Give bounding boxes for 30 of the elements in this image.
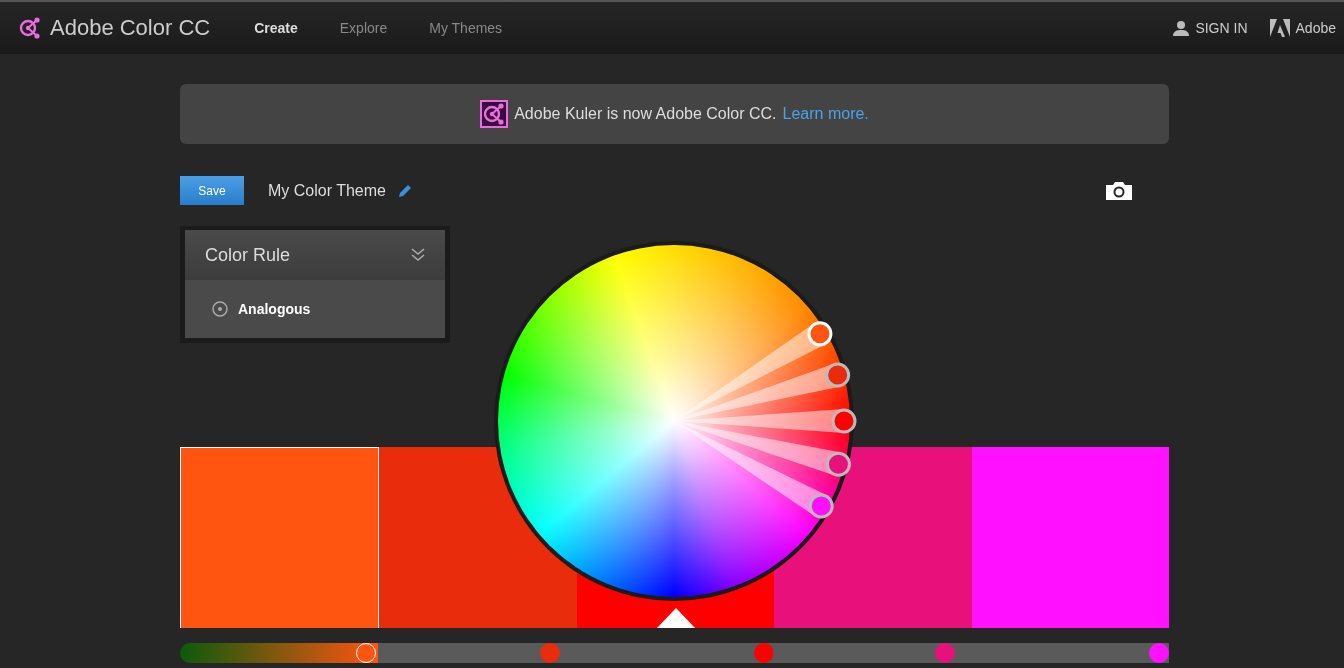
radio-icon bbox=[212, 301, 228, 317]
panel-title: Color Rule bbox=[205, 244, 291, 266]
color-handle[interactable] bbox=[831, 408, 857, 434]
camera-icon[interactable] bbox=[1104, 180, 1134, 201]
nav-tab[interactable]: My Themes bbox=[429, 20, 503, 36]
adobe-link[interactable]: Adobe bbox=[1295, 20, 1336, 36]
slider-thumb[interactable] bbox=[935, 643, 956, 663]
color-handle[interactable] bbox=[808, 493, 834, 519]
save-button[interactable]: Save bbox=[180, 176, 244, 205]
logo-icon bbox=[480, 100, 509, 128]
nav-tab[interactable]: Create bbox=[254, 20, 298, 36]
slider-thumb[interactable] bbox=[753, 643, 774, 663]
color-swatch[interactable] bbox=[971, 447, 1170, 628]
theme-name: My Color Theme bbox=[268, 181, 386, 200]
banner-message: Adobe Kuler is now Adobe Color CC. bbox=[514, 105, 777, 123]
slider-thumb[interactable] bbox=[1149, 643, 1170, 663]
slider-thumb[interactable] bbox=[355, 643, 376, 663]
chevron-down-icon bbox=[411, 248, 425, 262]
brand-name: Adobe Color CC bbox=[50, 15, 211, 41]
color-swatch[interactable] bbox=[180, 447, 380, 628]
sign-in-link[interactable]: SIGN IN bbox=[1195, 20, 1248, 36]
color-handle[interactable] bbox=[825, 451, 851, 477]
nav-tab[interactable]: Explore bbox=[339, 20, 388, 36]
pencil-icon[interactable] bbox=[397, 183, 412, 198]
learn-more-link[interactable]: Learn more. bbox=[782, 105, 869, 123]
slider-thumb[interactable] bbox=[539, 643, 560, 663]
color-handle[interactable] bbox=[825, 362, 851, 388]
logo-icon bbox=[18, 16, 42, 40]
rule-option[interactable]: Analogous bbox=[185, 280, 445, 338]
panel-header[interactable]: Color Rule bbox=[185, 230, 445, 280]
